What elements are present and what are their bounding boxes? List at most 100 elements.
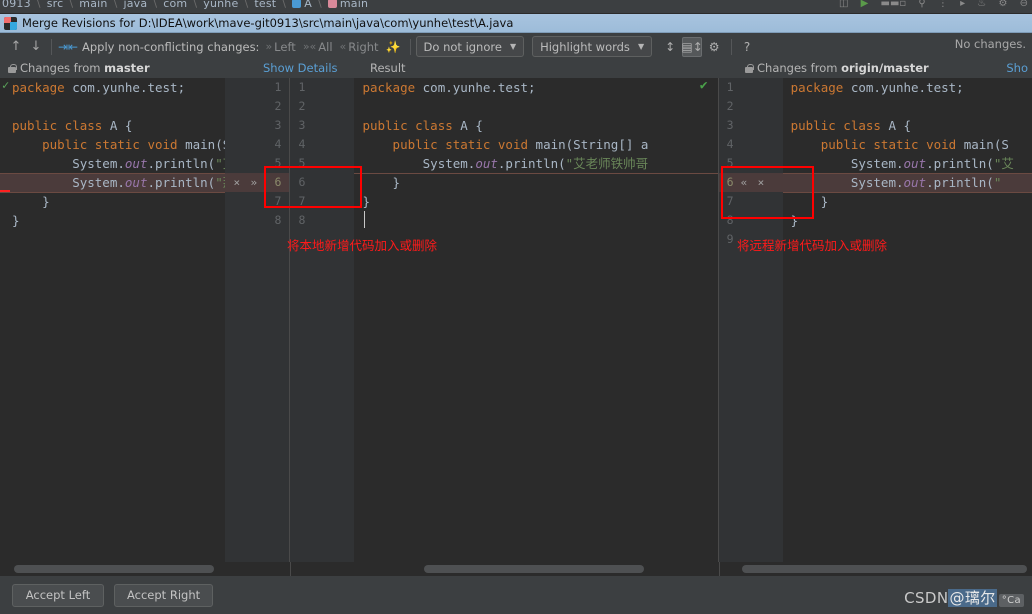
line-number: 3 [274, 118, 282, 132]
editors-area: ✓ package com.yunhe.test; public class A… [0, 78, 1032, 576]
code-line: public static void main(String[] a [392, 137, 649, 152]
lock-icon [745, 64, 754, 73]
line-number: 1 [274, 80, 282, 94]
breadcrumb-item-3[interactable]: java [123, 0, 147, 10]
revert-change-icon[interactable]: × [758, 173, 766, 192]
branch-icon[interactable]: ♨ [977, 0, 986, 9]
chevron-down-icon: ▼ [637, 42, 645, 51]
accept-right-button[interactable]: Accept Right [114, 583, 214, 607]
help-icon[interactable]: ? [737, 37, 757, 57]
line-number: 8 [726, 213, 734, 227]
accept-right-icon[interactable]: » [250, 173, 258, 192]
remote-changes-pane: 1 2 3 4 5 6 7 8 9 « × package com.yunhe.… [718, 78, 1032, 576]
debug-icons[interactable]: ▬▬▫ [881, 0, 907, 9]
breadcrumb-item-7[interactable]: A [304, 0, 312, 10]
ignore-policy-dropdown[interactable]: Do not ignore ▼ [415, 36, 525, 57]
search-icon[interactable]: ⚲ [918, 0, 925, 9]
line-number: 4 [298, 137, 306, 151]
breadcrumb[interactable]: 0913 \ src \ main \ java \ com \ yunhe \ test \ A \ main [2, 0, 368, 10]
middle-hscroll-thumb[interactable] [424, 565, 644, 573]
apply-changes-label: Apply non-conflicting changes: [82, 39, 260, 54]
local-changes-pane: ✓ package com.yunhe.test; public class A… [0, 78, 290, 576]
line-number: 8 [274, 213, 282, 227]
left-pane-header: Changes from master [8, 61, 150, 75]
left-hscrollbar[interactable] [0, 562, 290, 576]
class-icon [292, 0, 302, 8]
right-gutter[interactable]: 1 2 3 4 5 6 7 8 9 « × [718, 78, 783, 576]
dialog-title: Merge Revisions for D:\IDEA\work\mave-gi… [22, 16, 514, 30]
code-line: package com.yunhe.test; [362, 80, 536, 95]
code-line: } [362, 175, 401, 190]
breadcrumb-item-2[interactable]: main [79, 0, 107, 10]
right-code-area[interactable]: package com.yunhe.test; public class A {… [782, 78, 1032, 576]
right-hscroll-thumb[interactable] [742, 565, 1027, 573]
line-number: 1 [726, 80, 734, 94]
line-number: 4 [726, 137, 734, 151]
chevron-down-icon: ▼ [509, 42, 517, 51]
code-line: } [790, 194, 829, 209]
right-hscrollbar[interactable] [720, 562, 1032, 576]
left-gutter[interactable]: 1 2 3 4 5 6 7 8 × » [225, 78, 290, 576]
code-line: } [362, 194, 370, 209]
notifications-icon[interactable]: ⊖ [1020, 0, 1028, 9]
previous-difference-button[interactable]: ↑ [6, 37, 26, 57]
breadcrumb-item-5[interactable]: yunhe [203, 0, 238, 10]
side-by-side-viewer-icon[interactable]: ▤↕ [681, 36, 703, 57]
database-icon[interactable]: ◫ [839, 0, 848, 9]
vcs-icon[interactable]: ▸ [960, 0, 965, 9]
method-icon [327, 0, 337, 8]
middle-code-area[interactable]: package com.yunhe.test; public class A {… [354, 78, 718, 576]
right-show-details-link[interactable]: Sho [1006, 61, 1028, 75]
merge-result-pane: 1 2 3 4 5 6 7 8 package com.yunhe.test; … [290, 78, 718, 576]
accept-left-icon[interactable]: « [741, 173, 749, 192]
line-number: 3 [298, 118, 306, 132]
code-line: public static void main(String [42, 137, 225, 152]
conflict-marker-line [0, 190, 10, 192]
code-line: package com.yunhe.test; [790, 80, 964, 95]
left-hscroll-thumb[interactable] [14, 565, 214, 573]
middle-band-edge [354, 173, 718, 174]
right-branch-name: origin/master [841, 61, 929, 75]
line-number: 6 [298, 175, 306, 189]
run-icon[interactable]: ▶ [861, 0, 869, 9]
breadcrumb-item-0[interactable]: 0913 [2, 0, 31, 10]
breadcrumb-item-4[interactable]: com [163, 0, 187, 10]
collapse-unchanged-icon[interactable]: ↕ [660, 37, 680, 57]
apply-right-button[interactable]: Right [348, 40, 378, 54]
apply-all-button[interactable]: All [318, 40, 332, 54]
line-number: 7 [274, 194, 282, 208]
more-icon[interactable]: ⋮ [938, 0, 948, 9]
code-line: public class A { [362, 118, 483, 133]
middle-hscrollbar[interactable] [291, 562, 719, 576]
revert-change-icon[interactable]: × [233, 173, 241, 192]
magic-wand-icon[interactable]: ✨ [386, 40, 401, 54]
show-details-link[interactable]: Show Details [263, 61, 338, 75]
gear-icon[interactable]: ⚙ [704, 37, 724, 57]
breadcrumb-item-6[interactable]: test [254, 0, 276, 10]
line-number: 4 [274, 137, 282, 151]
intellij-idea-icon [4, 16, 17, 30]
code-line: System.out.println("艾老师铁 [12, 156, 225, 171]
dialog-bottom-bar: Accept Left Accept Right CSDN@璃尔 °Ca [0, 576, 1032, 614]
breadcrumb-sep: \ [193, 0, 198, 10]
line-number: 2 [274, 99, 282, 113]
apply-left-button[interactable]: Left [274, 40, 296, 54]
apply-changes-icon[interactable]: ⇥⇤ [57, 37, 79, 57]
watermark-brand: CSDN [904, 589, 949, 607]
line-number: 9 [726, 232, 734, 246]
code-line: } [12, 194, 50, 209]
next-difference-button[interactable]: ↓ [26, 37, 46, 57]
line-number: 7 [298, 194, 306, 208]
middle-gutter[interactable]: 1 2 3 4 5 6 7 8 [290, 78, 355, 576]
code-line: } [790, 213, 799, 228]
settings-icon[interactable]: ⚙ [998, 0, 1007, 9]
breadcrumb-item-1[interactable]: src [47, 0, 64, 10]
accept-left-button[interactable]: Accept Left [12, 583, 104, 607]
merge-toolbar: ↑ ↓ ⇥⇤ Apply non-conflicting changes: » … [0, 33, 1032, 60]
left-code-area[interactable]: ✓ package com.yunhe.test; public class A… [0, 78, 226, 576]
code-line: System.out.println("艾老师铁帅哥 [362, 156, 649, 171]
breadcrumb-item-8[interactable]: main [340, 0, 368, 10]
code-line: public class A { [790, 118, 912, 133]
breadcrumb-sep: \ [69, 0, 74, 10]
highlight-policy-dropdown[interactable]: Highlight words ▼ [532, 36, 653, 57]
